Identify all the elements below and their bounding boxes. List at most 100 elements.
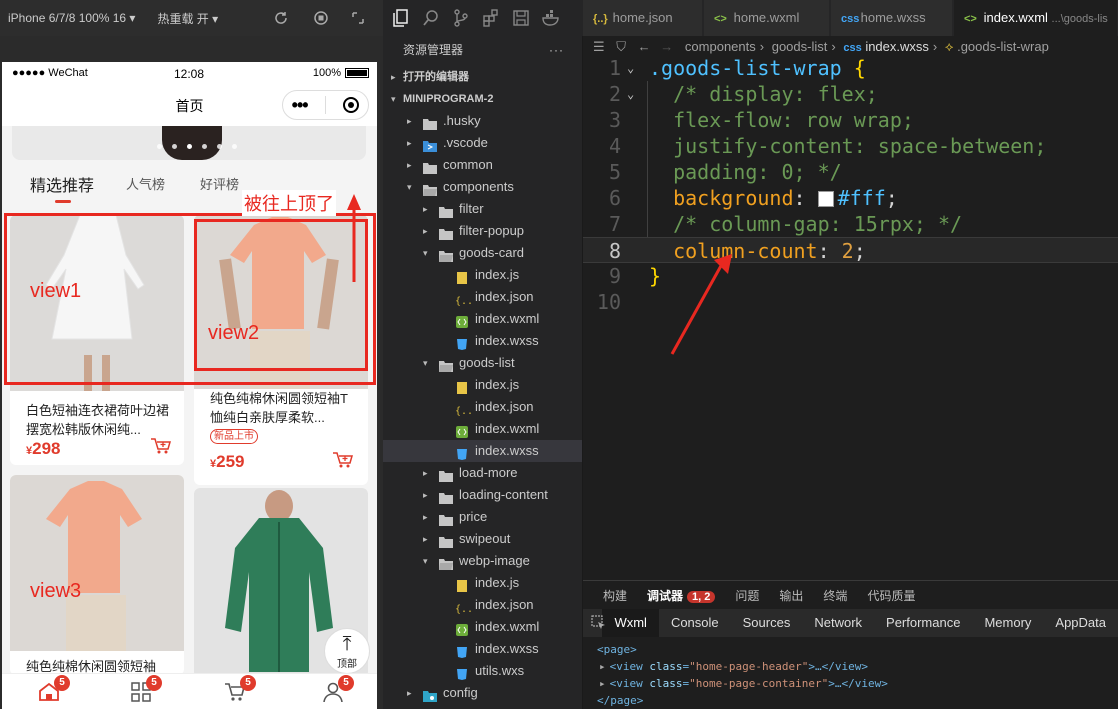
tab-build[interactable]: 构建 (603, 587, 627, 604)
breadcrumb-item[interactable]: goods-list (772, 39, 828, 54)
tab-featured[interactable]: 精选推荐 (30, 172, 94, 196)
tabbar-cart[interactable]: 5 (218, 675, 258, 709)
tab-home-wxss[interactable]: css home.wxss (831, 0, 953, 36)
code-line[interactable]: 3 flex-flow: row wrap; (583, 107, 1118, 133)
tab-home-wxml[interactable]: <> home.wxml (704, 0, 830, 36)
open-editors-section[interactable]: ▸ 打开的编辑器 (383, 66, 582, 88)
stop-icon[interactable] (313, 10, 329, 26)
tab-debugger[interactable]: 调试器 1, 2 (647, 587, 716, 604)
tree-folder[interactable]: ▸ .husky (383, 110, 582, 132)
list-icon[interactable]: ☰ (593, 39, 605, 54)
refresh-icon[interactable] (273, 10, 289, 26)
tree-folder[interactable]: ▸ swipeout (383, 528, 582, 550)
forward-arrow-icon[interactable]: → (660, 39, 673, 54)
expand-icon[interactable] (350, 10, 366, 26)
expand-triangle-icon[interactable]: ▸ (599, 677, 606, 690)
tab-top-rated[interactable]: 好评榜 (200, 174, 239, 193)
tab-terminal[interactable]: 终端 (823, 587, 847, 604)
tree-file[interactable]: index.js (383, 374, 582, 396)
back-to-top-button[interactable]: ⤒ 顶部 (324, 628, 370, 674)
breadcrumb-item[interactable]: index.wxss (865, 39, 929, 54)
tree-folder[interactable]: ▸ filter-popup (383, 220, 582, 242)
more-actions-icon[interactable]: ··· (549, 36, 564, 64)
tree-file[interactable]: index.wxss (383, 638, 582, 660)
devtools-tab-network[interactable]: Network (802, 609, 874, 637)
tree-file[interactable]: index.wxml (383, 308, 582, 330)
expand-triangle-icon[interactable]: ▸ (599, 660, 606, 673)
tree-file[interactable]: index.wxss (383, 440, 582, 462)
bookmark-icon[interactable]: ⛉ (616, 39, 626, 54)
source-control-icon[interactable] (451, 8, 471, 28)
add-to-cart-icon[interactable] (332, 451, 354, 469)
wxml-node[interactable]: ▸ <view class="home-page-header">…</view> (597, 658, 888, 675)
tree-folder[interactable]: ▸ filter (383, 198, 582, 220)
tab-problems[interactable]: 问题 (735, 587, 759, 604)
breadcrumb-item[interactable]: .goods-list-wrap (957, 39, 1049, 54)
tabbar-category[interactable]: 5 (124, 675, 164, 709)
tree-file[interactable]: index.wxss (383, 330, 582, 352)
breadcrumb-item[interactable]: components (685, 39, 756, 54)
tabbar-profile[interactable]: 5 (316, 675, 356, 709)
tree-file[interactable]: utils.wxs (383, 660, 582, 682)
tree-file[interactable]: index.wxml (383, 616, 582, 638)
code-line[interactable]: 7 /* column-gap: 15rpx; */ (583, 211, 1118, 237)
tree-folder[interactable]: ▸ loading-content (383, 484, 582, 506)
tree-file[interactable]: {..} index.json (383, 594, 582, 616)
goods-price: ¥259 (210, 452, 245, 471)
code-line[interactable]: 6 background: #fff; (583, 185, 1118, 211)
tree-file[interactable]: index.wxml (383, 418, 582, 440)
tree-file[interactable]: index.js (383, 264, 582, 286)
tree-folder[interactable]: ▾ goods-card (383, 242, 582, 264)
tree-file[interactable]: {..} index.json (383, 396, 582, 418)
goods-card[interactable]: 纯色纯棉休闲圆领短袖 (10, 475, 184, 675)
wxml-node[interactable]: ▸ <view class="home-page-container">…</vi… (597, 675, 888, 692)
project-section[interactable]: ▾ MINIPROGRAM-2 (383, 88, 582, 110)
search-icon[interactable] (421, 8, 441, 28)
devtools-tab-memory[interactable]: Memory (972, 609, 1043, 637)
tree-folder[interactable]: ▸ common (383, 154, 582, 176)
docker-icon[interactable] (541, 8, 561, 28)
tree-folder[interactable]: ▾ components (383, 176, 582, 198)
tabbar-home[interactable]: 5 (32, 675, 72, 709)
inspect-element-icon[interactable] (583, 609, 605, 637)
tree-file[interactable]: {..} index.json (383, 286, 582, 308)
wxml-page-close[interactable]: </page> (597, 692, 888, 709)
tree-file[interactable]: index.js (383, 572, 582, 594)
devtools-tab-performance[interactable]: Performance (874, 609, 972, 637)
devtools-tab-wxml[interactable]: Wxml (602, 609, 659, 637)
tab-popular[interactable]: 人气榜 (126, 174, 165, 193)
hot-reload-toggle[interactable]: 热重载 开 ▾ (157, 10, 218, 27)
tab-index-wxml[interactable]: <> index.wxml ...\goods-lis (954, 0, 1118, 36)
more-icon[interactable]: ••• (292, 95, 309, 116)
tree-item-label: index.json (475, 289, 534, 304)
menu-capsule[interactable]: ••• (282, 90, 369, 120)
wxml-page-open[interactable]: <page> (597, 641, 888, 658)
back-arrow-icon[interactable]: ← (638, 39, 651, 54)
code-line[interactable]: 1 ⌄ .goods-list-wrap { (583, 55, 1118, 81)
tree-folder[interactable]: ▸ config (383, 682, 582, 704)
code-line[interactable]: 2 ⌄ /* display: flex; (583, 81, 1118, 107)
fold-chevron-icon[interactable]: ⌄ (627, 81, 634, 107)
add-to-cart-icon[interactable] (150, 437, 172, 455)
devtools-tab-sources[interactable]: Sources (731, 609, 803, 637)
code-line[interactable]: 5 padding: 0; */ (583, 159, 1118, 185)
fold-chevron-icon[interactable]: ⌄ (627, 55, 634, 81)
close-miniprogram-icon[interactable] (343, 97, 360, 113)
tree-folder[interactable]: ▸ load-more (383, 462, 582, 484)
tab-home-json[interactable]: {..} home.json (583, 0, 703, 36)
files-icon[interactable] (391, 8, 411, 28)
banner-swiper[interactable] (12, 126, 366, 160)
tree-folder[interactable]: ▸ price (383, 506, 582, 528)
extensions-icon[interactable] (481, 8, 501, 28)
tree-folder[interactable]: ▸ .vscode (383, 132, 582, 154)
device-select[interactable]: iPhone 6/7/8 100% 16 ▾ (8, 11, 135, 25)
storage-icon[interactable] (511, 8, 531, 28)
devtools-tab-console[interactable]: Console (659, 609, 731, 637)
tree-folder[interactable]: ▾ goods-list (383, 352, 582, 374)
code-line[interactable]: 4 justify-content: space-between; (583, 133, 1118, 159)
tree-folder[interactable]: ▾ webp-image (383, 550, 582, 572)
tab-output[interactable]: 输出 (779, 587, 803, 604)
tab-code-quality[interactable]: 代码质量 (867, 587, 915, 604)
devtools-tab-appdata[interactable]: AppData (1043, 609, 1118, 637)
color-swatch[interactable] (817, 191, 834, 207)
